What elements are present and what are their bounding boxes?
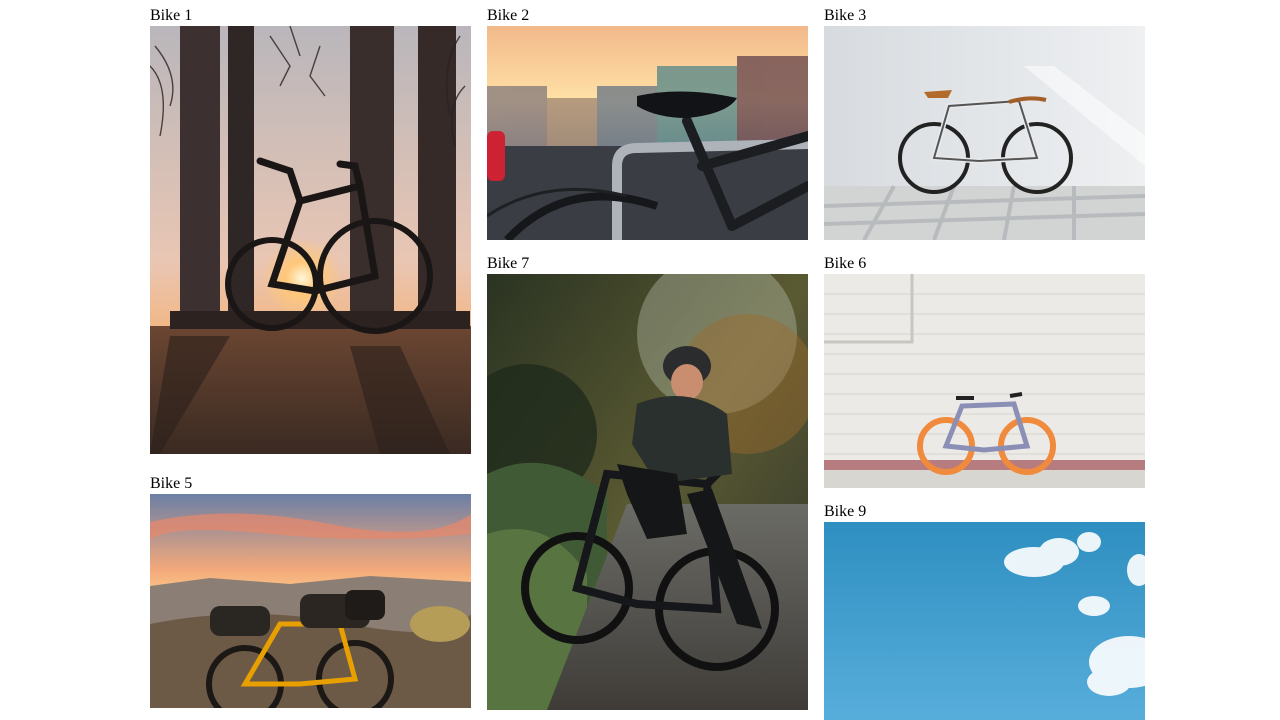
card-label: Bike 2 [487,7,530,24]
gallery-card-bike-6[interactable]: Bike 6 [824,248,1145,488]
gallery-card-bike-2[interactable]: Bike 2 [487,0,808,240]
bike-photo[interactable] [487,26,808,240]
card-label: Bike 6 [824,255,867,272]
gallery-card-bike-9[interactable]: Bike 9 [824,496,1145,720]
card-label: Bike 3 [824,7,867,24]
card-label: Bike 5 [150,475,193,492]
card-label: Bike 7 [487,255,530,272]
gallery-card-bike-1[interactable]: Bike 1 [150,0,471,454]
bike-photo[interactable] [150,494,471,708]
gallery-card-bike-3[interactable]: Bike 3 [824,0,1145,240]
bike-gallery: Bike 1 Bike 5 Bike 2 Bike 7 Bike 3 Bike … [0,0,1280,720]
bike-photo[interactable] [824,26,1145,240]
bike-photo[interactable] [824,274,1145,488]
card-label: Bike 9 [824,503,867,520]
gallery-card-bike-5[interactable]: Bike 5 [150,468,471,708]
bike-photo[interactable] [824,522,1145,720]
bike-photo[interactable] [150,26,471,454]
gallery-card-bike-7[interactable]: Bike 7 [487,248,808,710]
card-label: Bike 1 [150,7,193,24]
bike-photo[interactable] [487,274,808,710]
